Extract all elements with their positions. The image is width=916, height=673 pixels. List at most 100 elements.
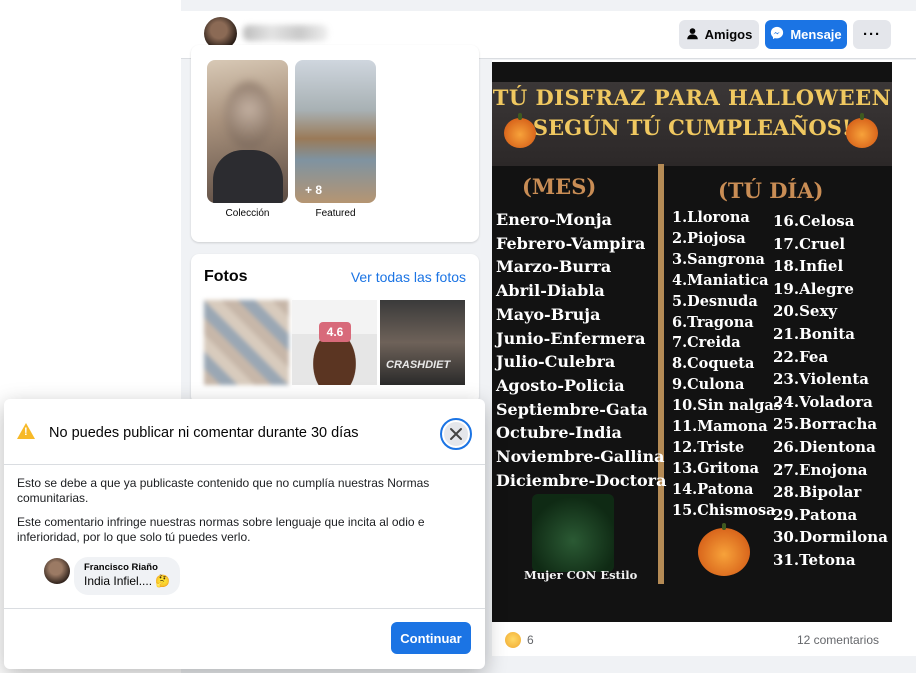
pumpkin-icon xyxy=(846,113,878,148)
month-item: Septiembre-Gata xyxy=(496,399,648,419)
day-item: 30.Dormilona xyxy=(773,528,888,547)
day-list-1: 1.Llorona 2.Piojosa 3.Sangrona 4.Maniati… xyxy=(672,208,782,522)
day-item: 28.Bipolar xyxy=(773,483,862,502)
post-image[interactable]: TÚ DISFRAZ PARA HALLOWEEN SEGÚN TÚ CUMPL… xyxy=(492,62,892,622)
friends-label: Amigos xyxy=(704,27,753,42)
day-item: 9.Culona xyxy=(672,376,745,394)
friends-button[interactable]: Amigos xyxy=(679,20,759,49)
more-options-button[interactable]: ··· xyxy=(853,20,891,49)
featured-item-featured[interactable]: + 8 xyxy=(295,60,376,203)
photo-thumbnail[interactable]: 4.6 xyxy=(292,300,377,385)
month-item: Marzo-Burra xyxy=(496,257,612,277)
dialog-header: ! No puedes publicar ni comentar durante… xyxy=(4,399,485,465)
day-item: 26.Dientona xyxy=(773,437,876,456)
day-item: 4.Maniatica xyxy=(672,271,769,289)
person-body xyxy=(213,150,283,203)
reaction-count[interactable]: 6 xyxy=(527,633,534,647)
photo-thumbnail[interactable] xyxy=(204,300,289,385)
post-card: TÚ DISFRAZ PARA HALLOWEEN SEGÚN TÚ CUMPL… xyxy=(492,60,916,656)
day-item: 8.Coqueta xyxy=(672,355,755,373)
warning-icon: ! xyxy=(17,423,35,439)
day-item: 15.Chismosa xyxy=(672,501,776,519)
poster-title-line2: SEGÚN TÚ CUMPLEAÑOS! xyxy=(532,115,852,140)
poster-title-line1: TÚ DISFRAZ PARA HALLOWEEN xyxy=(492,85,892,110)
day-item: 20.Sexy xyxy=(773,302,838,321)
dialog-reason-text: Esto se debe a que ya publicaste conteni… xyxy=(17,476,430,505)
day-item: 24.Voladora xyxy=(773,392,873,411)
day-item: 17.Cruel xyxy=(773,234,846,253)
featured-caption: Featured xyxy=(315,208,356,219)
pumpkin-icon xyxy=(504,113,536,148)
month-item: Abril-Diabla xyxy=(496,281,605,301)
more-count: + 8 xyxy=(305,183,323,197)
month-item: Agosto-Policia xyxy=(496,375,625,395)
day-item: 10.Sin nalgas xyxy=(672,397,782,415)
month-item: Junio-Enfermera xyxy=(496,328,646,348)
poster-watermark: Mujer CON Estilo xyxy=(524,568,638,582)
ellipsis-icon: ··· xyxy=(863,26,881,43)
month-item: Febrero-Vampira xyxy=(496,233,646,253)
band-logo: CRASHDIET xyxy=(386,359,451,371)
continue-button[interactable]: Continuar xyxy=(391,622,471,654)
message-button[interactable]: Mensaje xyxy=(765,20,847,49)
day-item: 1.Llorona xyxy=(672,209,750,226)
day-item: 6.Tragona xyxy=(672,313,754,331)
day-item: 2.Piojosa xyxy=(672,229,746,247)
day-item: 29.Patona xyxy=(773,505,858,524)
day-item: 14.Patona xyxy=(672,480,754,498)
photos-card: Fotos Ver todas las fotos 4.6 CRASHDIET xyxy=(191,254,479,404)
month-header: (MES) xyxy=(522,174,597,199)
dialog-policy-text: Este comentario infringe nuestras normas… xyxy=(17,515,425,544)
day-list-2: 16.Celosa 17.Cruel 18.Infiel 19.Alegre 2… xyxy=(773,210,888,572)
day-item: 19.Alegre xyxy=(773,279,854,298)
photo-thumbnail[interactable]: CRASHDIET xyxy=(380,300,465,385)
see-all-photos-link[interactable]: Ver todas las fotos xyxy=(351,269,466,285)
dialog-divider xyxy=(4,608,485,609)
month-item: Julio-Culebra xyxy=(496,352,616,372)
day-item: 25.Borracha xyxy=(773,415,878,434)
day-item: 12.Triste xyxy=(672,438,745,456)
month-item: Octubre-India xyxy=(496,423,622,443)
day-item: 31.Tetona xyxy=(773,550,856,569)
commenter-avatar xyxy=(44,558,70,584)
month-item: Mayo-Bruja xyxy=(496,304,601,324)
day-item: 21.Bonita xyxy=(773,324,856,343)
day-item: 11.Mamona xyxy=(672,418,768,436)
cake-topper: 4.6 xyxy=(319,322,351,342)
comment-text: India Infiel.... 🤔 xyxy=(84,574,171,588)
month-list: Enero-Monja Febrero-Vampira Marzo-Burra … xyxy=(496,208,666,492)
featured-card: + 8 Colección Featured xyxy=(191,45,479,242)
blurred-face xyxy=(225,82,273,150)
message-label: Mensaje xyxy=(790,27,842,42)
month-item: Enero-Monja xyxy=(496,210,612,229)
day-item: 7.Creida xyxy=(672,334,741,352)
post-footer: 6 12 comentarios xyxy=(492,622,892,656)
comment-author: Francisco Riaño xyxy=(84,562,158,573)
profile-name-blurred xyxy=(243,25,328,41)
close-icon[interactable] xyxy=(440,418,472,450)
witches-illustration xyxy=(532,494,614,572)
day-item: 5.Desnuda xyxy=(672,292,758,310)
poster-header: TÚ DISFRAZ PARA HALLOWEEN SEGÚN TÚ CUMPL… xyxy=(492,82,892,166)
haha-reaction-icon[interactable] xyxy=(505,632,521,648)
comments-count-link[interactable]: 12 comentarios xyxy=(797,633,879,647)
messenger-icon xyxy=(770,26,784,43)
comment-bubble: Francisco Riaño India Infiel.... 🤔 xyxy=(74,557,181,595)
day-item: 27.Enojona xyxy=(773,460,868,479)
month-item: Diciembre-Doctora xyxy=(496,470,667,490)
day-item: 23.Violenta xyxy=(773,370,869,389)
person-icon xyxy=(686,27,699,43)
day-header: (TÚ DÍA) xyxy=(718,178,824,203)
day-item: 3.Sangrona xyxy=(672,250,765,268)
featured-caption: Colección xyxy=(225,208,270,219)
photos-title: Fotos xyxy=(204,268,248,285)
featured-item-coleccion[interactable] xyxy=(207,60,288,203)
month-item: Noviembre-Gallina xyxy=(496,447,665,467)
jack-o-lantern-icon xyxy=(698,523,750,576)
dialog-title: No puedes publicar ni comentar durante 3… xyxy=(49,425,359,441)
day-item: 16.Celosa xyxy=(773,212,855,230)
day-item: 13.Gritona xyxy=(672,459,760,477)
restriction-dialog: ! No puedes publicar ni comentar durante… xyxy=(4,399,485,669)
day-item: 22.Fea xyxy=(773,347,829,366)
day-item: 18.Infiel xyxy=(773,257,844,276)
